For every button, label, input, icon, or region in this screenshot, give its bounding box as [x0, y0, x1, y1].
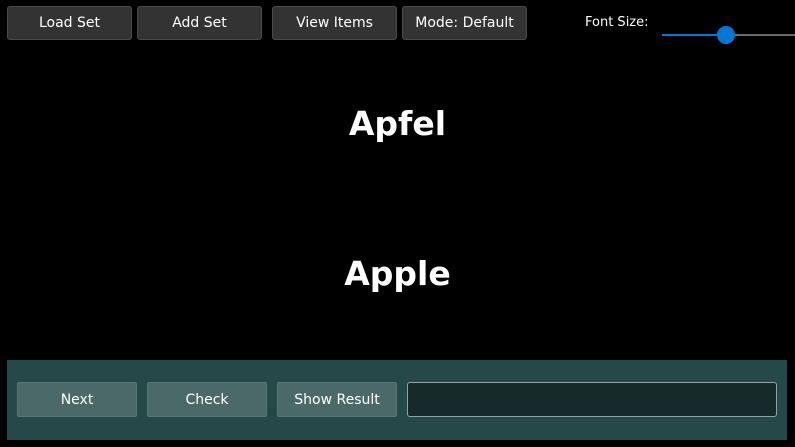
show-result-button[interactable]: Show Result	[277, 382, 397, 417]
view-items-button[interactable]: View Items	[272, 6, 397, 40]
prompt-word: Apfel	[348, 104, 447, 143]
font-size-label: Font Size:	[585, 15, 649, 30]
slider-track-empty	[726, 34, 795, 36]
add-set-button[interactable]: Add Set	[137, 6, 262, 40]
font-size-slider[interactable]	[662, 25, 795, 45]
load-set-button[interactable]: Load Set	[7, 6, 132, 40]
controls-panel: Next Check Show Result	[7, 360, 787, 440]
next-button[interactable]: Next	[17, 382, 137, 417]
mode-button[interactable]: Mode: Default	[402, 6, 527, 40]
flashcard-app: Load Set Add Set View Items Mode: Defaul…	[0, 0, 795, 447]
answer-word: Apple	[344, 254, 451, 293]
slider-thumb[interactable]	[717, 26, 735, 44]
answer-input[interactable]	[407, 382, 777, 417]
check-button[interactable]: Check	[147, 382, 267, 417]
